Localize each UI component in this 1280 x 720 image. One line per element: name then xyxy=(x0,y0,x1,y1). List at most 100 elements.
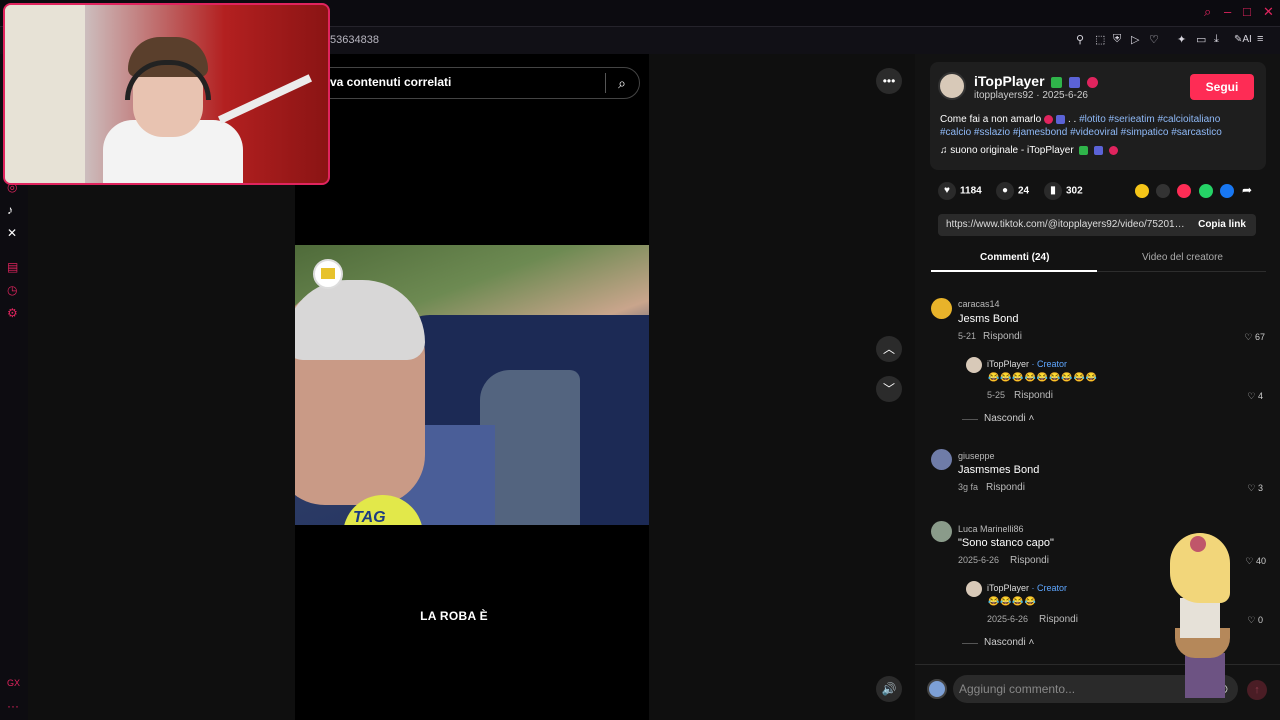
creator-label: · Creator xyxy=(1031,583,1068,593)
channel-logo-mark xyxy=(321,268,335,279)
comment-avatar[interactable] xyxy=(931,521,952,542)
minimize-icon[interactable]: – xyxy=(1224,4,1231,19)
purple-badge-icon xyxy=(1094,145,1104,155)
reply-reply-button[interactable]: Rispondi xyxy=(1039,614,1078,625)
send-button[interactable]: ↑ xyxy=(1247,680,1267,700)
reply-username-row[interactable]: iTopPlayer · Creator xyxy=(987,359,1067,369)
reply-username[interactable]: iTopPlayer xyxy=(987,583,1029,593)
sound-row[interactable]: ♫ suono originale - iTopPlayer xyxy=(940,145,1119,156)
comment-username[interactable]: giuseppe xyxy=(958,451,995,461)
bookmark-icon[interactable]: ▮ xyxy=(1044,182,1062,200)
follow-button[interactable]: Segui xyxy=(1190,74,1254,100)
search-icon[interactable]: ⌕ xyxy=(612,73,632,93)
play-icon[interactable]: ▷ xyxy=(1131,33,1139,46)
character-legs xyxy=(1185,653,1225,698)
tab-comments[interactable]: Commenti (24) xyxy=(980,252,1049,263)
reply-button[interactable]: Rispondi xyxy=(983,331,1022,342)
send-share-icon[interactable] xyxy=(1177,184,1191,198)
volume-button[interactable]: 🔊 xyxy=(876,676,902,702)
video-frame[interactable]: TAG xyxy=(295,245,649,525)
volume-icon: 🔊 xyxy=(881,682,897,696)
comment-username[interactable]: caracas14 xyxy=(958,299,1000,309)
settings-icon[interactable]: ⚙ xyxy=(7,306,18,320)
heart-outline-icon[interactable]: ♡ xyxy=(1245,556,1253,566)
reply-username-row[interactable]: iTopPlayer · Creator xyxy=(987,583,1067,593)
x-icon[interactable]: ✕ xyxy=(7,226,17,240)
share-arrow-icon[interactable]: ➦ xyxy=(1242,183,1252,197)
more-options-button[interactable]: ••• xyxy=(876,68,902,94)
webcam-shelf xyxy=(5,5,85,183)
heart-outline-icon[interactable]: ♡ xyxy=(1247,391,1255,401)
comment-like[interactable]: ♡ 3 xyxy=(1233,483,1263,494)
verified-check-icon xyxy=(1051,76,1063,88)
more-icon[interactable]: ··· xyxy=(7,699,19,713)
pin-icon[interactable]: ⚲ xyxy=(1076,33,1084,46)
reply-button[interactable]: Rispondi xyxy=(1010,555,1049,566)
reply-reply-button[interactable]: Rispondi xyxy=(1014,390,1053,401)
close-icon[interactable]: ✕ xyxy=(1263,4,1274,20)
author-avatar[interactable] xyxy=(938,72,966,100)
search-icon[interactable]: ⌕ xyxy=(1204,4,1211,20)
comment-avatar[interactable] xyxy=(931,298,952,319)
save-stat[interactable]: ▮ 302 xyxy=(1044,182,1083,200)
history-icon[interactable]: ◷ xyxy=(7,283,17,297)
copy-link-button[interactable]: Copia link xyxy=(1190,219,1254,230)
hide-label[interactable]: Nascondi xyxy=(984,637,1026,648)
menu-icon[interactable]: ≡ xyxy=(1257,33,1263,45)
heart-outline-icon[interactable]: ♡ xyxy=(1244,332,1252,342)
reply-like[interactable]: ♡ 4 xyxy=(1233,391,1263,402)
maximize-icon[interactable]: □ xyxy=(1243,4,1251,19)
reply-avatar[interactable] xyxy=(966,357,982,373)
coin-share-icon[interactable] xyxy=(1135,184,1149,198)
previous-video-button[interactable]: ︿ xyxy=(876,336,902,362)
comment-stat[interactable]: ● 24 xyxy=(996,182,1029,200)
screenshot-icon[interactable]: ⬚ xyxy=(1095,33,1105,46)
post-date: 2025-6-26 xyxy=(1042,90,1088,101)
hide-replies-button[interactable]: Nascondi ˄ xyxy=(984,413,1034,424)
heart-icon[interactable]: ♥ xyxy=(938,182,956,200)
tiktok-icon[interactable]: ♪ xyxy=(7,203,13,217)
comment-like[interactable]: ♡ 67 xyxy=(1235,332,1265,343)
reply-avatar[interactable] xyxy=(966,581,982,597)
comment-avatar[interactable] xyxy=(931,449,952,470)
whatsapp-icon[interactable] xyxy=(1199,184,1213,198)
address-text[interactable]: 53634838 xyxy=(330,34,379,46)
shield-icon[interactable]: ⛨ xyxy=(1113,33,1121,46)
hide-replies-button[interactable]: Nascondi ˄ xyxy=(984,637,1034,648)
webcam-overlay xyxy=(3,3,330,185)
embed-icon[interactable] xyxy=(1156,184,1170,198)
more-dots-icon: ••• xyxy=(882,74,896,88)
hashtags-line2[interactable]: #calcio #sslazio #jamesbond #videoviral … xyxy=(940,127,1222,138)
current-user-avatar[interactable] xyxy=(927,679,947,699)
hashtags-line1[interactable]: #lotito #serieatim #calcioitaliano xyxy=(1079,114,1220,125)
facebook-icon[interactable] xyxy=(1220,184,1234,198)
heart-outline-icon[interactable]: ♡ xyxy=(1247,483,1255,493)
download-icon[interactable]: ⤓ xyxy=(1214,33,1219,46)
reply-button[interactable]: Rispondi xyxy=(986,482,1025,493)
ai-button[interactable]: ✎AI xyxy=(1234,34,1252,45)
comment-like[interactable]: ♡ 40 xyxy=(1236,556,1266,567)
extensions-icon[interactable]: ✦ xyxy=(1177,33,1186,46)
tab-creator-videos[interactable]: Video del creatore xyxy=(1142,252,1223,263)
wallet-sidebar-icon[interactable]: ▤ xyxy=(7,260,18,274)
comment-text: "Sono stanco capo" xyxy=(958,537,1054,549)
gx-icon[interactable]: GX xyxy=(7,678,20,688)
next-video-button[interactable]: ﹀ xyxy=(876,376,902,402)
chevron-down-icon: ﹀ xyxy=(882,382,895,396)
car-window xyxy=(480,370,580,525)
comment-icon[interactable]: ● xyxy=(996,182,1014,200)
chevron-up-icon: ˄ xyxy=(1028,637,1035,648)
reply-username[interactable]: iTopPlayer xyxy=(987,359,1029,369)
heart-outline-icon[interactable]: ♡ xyxy=(1247,615,1255,625)
comment-username[interactable]: Luca Marinelli86 xyxy=(958,524,1024,534)
author-name[interactable]: iTopPlayer xyxy=(974,73,1045,89)
heart-icon[interactable]: ♡ xyxy=(1149,33,1159,46)
search-text[interactable]: va contenuti correlati xyxy=(330,75,451,89)
wallet-icon[interactable]: ▭ xyxy=(1196,33,1206,46)
comment-date: 5-21 xyxy=(958,331,977,341)
video-link[interactable]: https://www.tiktok.com/@itopplayers92/vi… xyxy=(946,219,1186,230)
author-name-row[interactable]: iTopPlayer xyxy=(974,73,1099,89)
sound-label[interactable]: suono originale - iTopPlayer xyxy=(950,145,1073,156)
hide-label[interactable]: Nascondi xyxy=(984,413,1026,424)
like-stat[interactable]: ♥ 1184 xyxy=(938,182,982,200)
